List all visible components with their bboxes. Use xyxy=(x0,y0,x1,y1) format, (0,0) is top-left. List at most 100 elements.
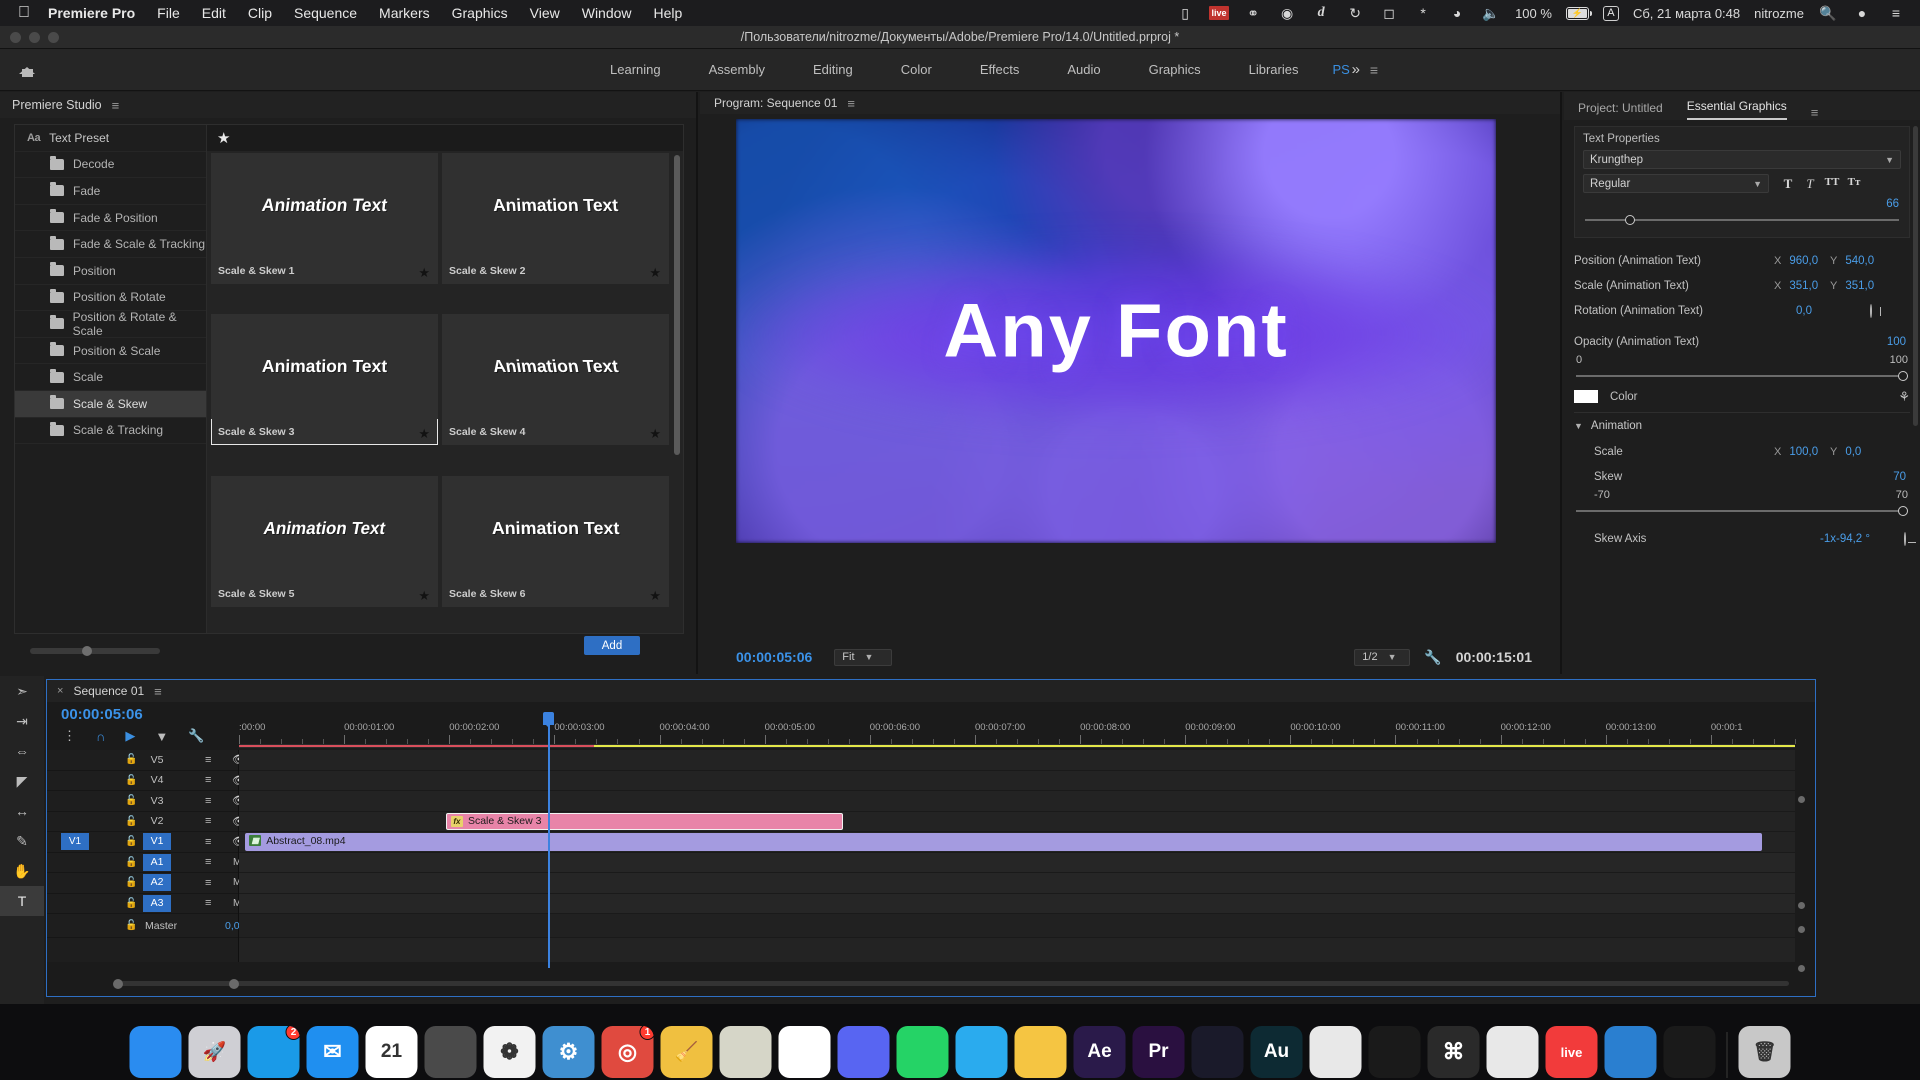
dock-command-icon[interactable]: ⌘ xyxy=(1427,1026,1480,1078)
razor-tool[interactable]: ◤ xyxy=(0,766,44,796)
lock-track-icon[interactable]: 🔓 xyxy=(125,920,137,931)
spotlight-search-icon[interactable]: 🔍 xyxy=(1818,5,1838,21)
keyboard-layout-indicator[interactable]: A xyxy=(1602,5,1619,21)
airplay-icon[interactable]: ◻ xyxy=(1379,5,1399,21)
track-select-forward-tool[interactable]: ⇥ xyxy=(0,706,44,736)
dock-chrome-icon[interactable] xyxy=(778,1026,831,1078)
add-marker-icon[interactable]: ▼ xyxy=(155,729,168,744)
workspace-tab-learning[interactable]: Learning xyxy=(586,56,685,83)
close-window-button[interactable] xyxy=(10,31,21,43)
favorite-star-icon[interactable]: ★ xyxy=(418,588,430,604)
track-header-master[interactable]: 🔓Master0,0▶◀ xyxy=(47,914,292,938)
preset-grid-scrollbar[interactable] xyxy=(673,155,681,515)
sync-lock-icon[interactable]: ≡ xyxy=(205,836,211,848)
timeline-tracks[interactable]: fx Scale & Skew 3 ▦ Abstract_08.mp4 xyxy=(239,750,1795,962)
track-header-v2[interactable]: 🔓V2≡👁 xyxy=(47,812,246,832)
preset-tree-root[interactable]: Aa Text Preset xyxy=(15,125,206,152)
preset-card-6[interactable]: Animation Text Scale & Skew 6 ★ xyxy=(442,475,669,607)
dock-telegram-icon[interactable] xyxy=(955,1026,1008,1078)
lock-track-icon[interactable]: 🔓 xyxy=(125,898,137,909)
linked-selection-icon[interactable]: ▶ xyxy=(125,728,135,744)
timeline-work-area-bar[interactable] xyxy=(239,744,1795,748)
folder-position-rotate[interactable]: Position & Rotate xyxy=(15,285,206,312)
snap-icon[interactable]: ∩ xyxy=(96,729,105,744)
preset-card-4[interactable]: Animation Text Scale & Skew 4 ★ xyxy=(442,314,669,446)
font-family-select[interactable]: Krungthep ▼ xyxy=(1583,150,1901,169)
track-resize-handle[interactable] xyxy=(1798,796,1805,803)
anim-scale-y-value[interactable]: 0,0 xyxy=(1845,446,1861,458)
track-header-v4[interactable]: 🔓V4≡👁 xyxy=(47,771,246,791)
apple-logo-icon[interactable]:  xyxy=(18,5,30,21)
tab-essential-graphics[interactable]: Essential Graphics xyxy=(1686,99,1787,120)
close-icon[interactable]: × xyxy=(57,685,63,697)
dock-launchpad-icon[interactable]: 🚀 xyxy=(188,1026,241,1078)
track-resize-handle[interactable] xyxy=(1798,965,1805,972)
menu-bar-username[interactable]: nitrozme xyxy=(1754,5,1804,21)
preset-folder-list[interactable]: Aa Text Preset Decode Fade Fade & Positi… xyxy=(15,125,207,633)
skew-slider[interactable] xyxy=(1574,504,1910,518)
slip-tool[interactable]: ↔ xyxy=(0,796,44,826)
ripple-edit-tool[interactable]: ⇔ xyxy=(0,736,44,766)
dock-notes-icon[interactable] xyxy=(1014,1026,1067,1078)
control-center-icon[interactable]: ≡ xyxy=(1886,5,1906,21)
lock-track-icon[interactable]: 🔓 xyxy=(125,795,137,806)
timeline-horizontal-scrollbar[interactable] xyxy=(113,979,1789,989)
audio-hijack-icon[interactable]: ◉ xyxy=(1277,5,1297,21)
sync-lock-icon[interactable]: ≡ xyxy=(205,774,211,786)
panel-menu-icon[interactable]: ≡ xyxy=(112,98,120,113)
sync-lock-icon[interactable]: ≡ xyxy=(205,856,211,868)
anim-scale-y[interactable]: Y 0,0 xyxy=(1830,446,1861,458)
folder-position-rotate-scale[interactable]: Position & Rotate & Scale xyxy=(15,310,206,338)
playback-resolution-select[interactable]: 1/2 ▼ xyxy=(1354,648,1411,666)
dock-calendar-icon[interactable]: 21 xyxy=(365,1026,418,1078)
lock-track-icon[interactable]: 🔓 xyxy=(125,877,137,888)
horizontal-scrollbar[interactable] xyxy=(30,646,160,656)
lane-a3[interactable] xyxy=(239,893,1795,914)
program-video-preview[interactable]: Any Font xyxy=(736,119,1496,543)
workspace-tab-effects[interactable]: Effects xyxy=(956,56,1044,83)
track-name-label[interactable]: A3 xyxy=(143,894,171,912)
dock-trash-icon[interactable]: 🗑 xyxy=(1738,1026,1791,1078)
volume-icon[interactable]: 🔈 xyxy=(1481,5,1501,21)
folder-scale-tracking[interactable]: Scale & Tracking xyxy=(15,418,206,445)
dock-parallels-icon[interactable] xyxy=(1486,1026,1539,1078)
track-header-a3[interactable]: 🔓A3≡MS🎤 xyxy=(47,894,291,914)
menu-file[interactable]: File xyxy=(157,5,180,21)
dock-stocks-icon[interactable] xyxy=(1663,1026,1716,1078)
timeline-ruler[interactable]: :00:00 00:00:01:00 00:00:02:00 00:00:03:00 0… xyxy=(239,722,1796,744)
window-controls[interactable] xyxy=(10,31,59,43)
wrench-icon[interactable]: 🔧 xyxy=(1424,649,1441,666)
preset-card-1[interactable]: Animation Text Scale & Skew 1 ★ xyxy=(211,153,438,284)
rotation-value[interactable]: 0,0 xyxy=(1796,305,1812,317)
preset-card-5[interactable]: Animation Text Scale & Skew 5 ★ xyxy=(211,475,438,607)
small-caps-icon[interactable]: Tᴛ xyxy=(1843,176,1865,192)
font-style-select[interactable]: Regular ▼ xyxy=(1583,174,1769,193)
menu-sequence[interactable]: Sequence xyxy=(294,5,357,21)
dock-ableton-live-icon[interactable]: live xyxy=(1545,1026,1598,1078)
lock-track-icon[interactable]: 🔓 xyxy=(125,836,137,847)
workspace-tab-libraries[interactable]: Libraries xyxy=(1225,56,1323,83)
zoom-level-select[interactable]: Fit ▼ xyxy=(834,648,893,666)
dock-photos-icon[interactable]: ❁ xyxy=(483,1026,536,1078)
lane-a2[interactable] xyxy=(239,873,1795,894)
timeline-playhead[interactable] xyxy=(543,712,554,968)
folder-fade-position[interactable]: Fade & Position xyxy=(15,205,206,232)
animation-section-header[interactable]: ▼ Animation xyxy=(1574,413,1910,439)
source-patch-V1[interactable]: V1 xyxy=(61,833,89,851)
lock-track-icon[interactable]: 🔓 xyxy=(125,816,137,827)
essential-graphics-scrollbar[interactable] xyxy=(1913,126,1918,426)
dock-premiere-pro-icon[interactable]: Pr xyxy=(1132,1026,1185,1078)
timeline-settings-icon[interactable]: 🔧 xyxy=(188,728,204,744)
menu-markers[interactable]: Markers xyxy=(379,5,430,21)
folder-decode[interactable]: Decode xyxy=(15,152,206,179)
sync-lock-icon[interactable]: ≡ xyxy=(205,877,211,889)
minimize-window-button[interactable] xyxy=(29,31,40,43)
dock-calculator-icon[interactable] xyxy=(424,1026,477,1078)
lane-v3[interactable] xyxy=(239,791,1795,812)
track-name-label[interactable]: V5 xyxy=(143,754,171,766)
hand-tool[interactable]: ✋ xyxy=(0,856,44,886)
lock-track-icon[interactable]: 🔓 xyxy=(125,754,137,765)
panel-menu-icon[interactable]: ≡ xyxy=(847,96,855,111)
dock-after-effects-icon[interactable]: Ae xyxy=(1073,1026,1126,1078)
dock-utility-icon[interactable]: ⚙ xyxy=(542,1026,595,1078)
